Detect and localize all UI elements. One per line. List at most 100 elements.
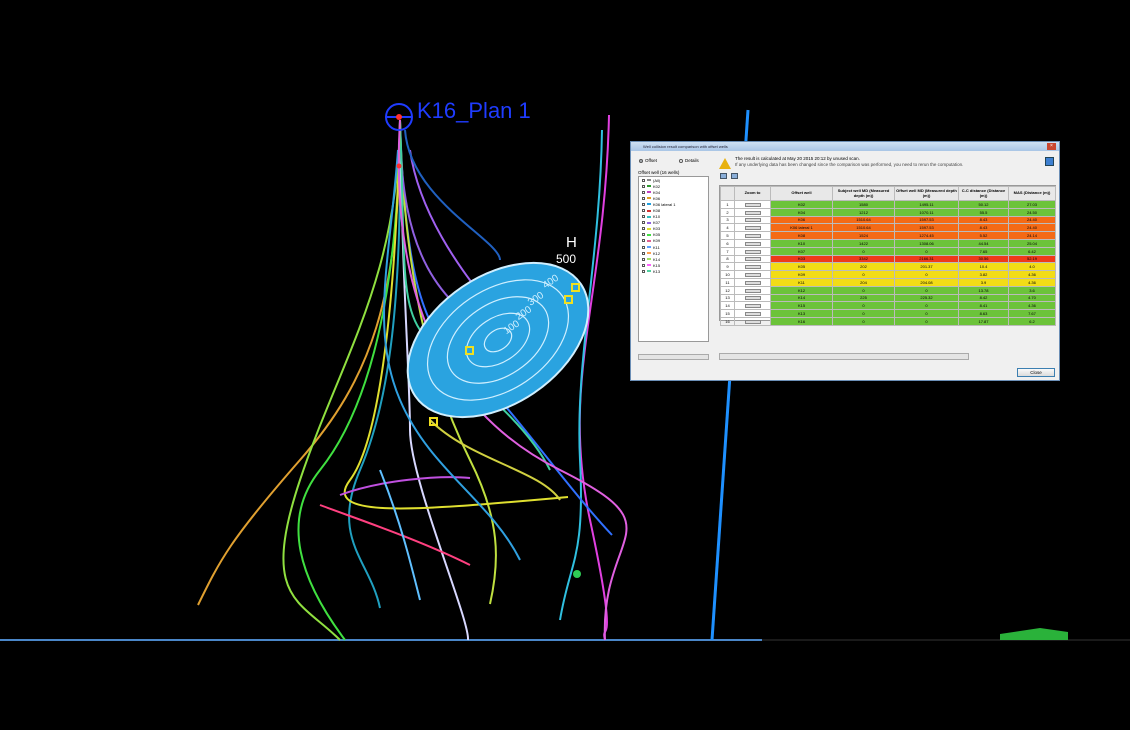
zoom-to-button[interactable]: [744, 304, 761, 309]
zoom-to-cell[interactable]: [734, 316, 771, 326]
cell-smd: 1524: [832, 231, 895, 240]
zoom-to-button[interactable]: [744, 311, 761, 316]
copy-icon[interactable]: [720, 173, 727, 179]
green-marker[interactable]: [573, 570, 581, 578]
column-header[interactable]: Zoom to: [734, 186, 771, 201]
zoom-to-cell[interactable]: [734, 270, 771, 279]
table-row[interactable]: 2 K04 1212 1070.11 55.5 24.50: [720, 207, 1056, 217]
table-row[interactable]: 6 K10 1422 1308.06 44.54 25.04: [720, 238, 1056, 248]
zoom-to-button[interactable]: [744, 249, 761, 254]
checkbox-icon[interactable]: [642, 233, 645, 237]
color-swatch: [647, 258, 651, 261]
zoom-to-button[interactable]: [744, 288, 761, 293]
table-row[interactable]: 8 K03 3342 2166.31 30.56 52.19: [720, 254, 1056, 264]
table-row[interactable]: 9 K05 202 201.37 10.4 4.0: [720, 262, 1056, 272]
zoom-to-button[interactable]: [744, 218, 761, 223]
table-row[interactable]: 14 K15 0 0 8.41 4.36: [720, 301, 1056, 311]
checkbox-icon[interactable]: [642, 202, 645, 206]
offset-well-tree[interactable]: (All) K02 K04 K06 K06 lateral 1 K08 K10 K07 K03 K…: [638, 176, 709, 342]
zoom-to-cell[interactable]: [734, 285, 771, 295]
checkbox-icon[interactable]: [642, 190, 645, 194]
cell-n: 3: [720, 215, 735, 225]
export-icon[interactable]: [731, 173, 738, 179]
tree-item-label: K06: [653, 195, 661, 201]
column-header[interactable]: Subject well MD (Measured depth (m)): [832, 186, 895, 201]
zoom-to-cell[interactable]: [734, 238, 771, 248]
radio-offset[interactable]: Offset: [639, 158, 657, 163]
column-header[interactable]: Offset well: [770, 186, 833, 201]
column-header[interactable]: C-C distance (Distance (m)): [958, 186, 1009, 201]
zoom-to-cell[interactable]: [734, 200, 771, 209]
table-row[interactable]: 13 K14 225 225.32 8.42 4.70: [720, 293, 1056, 303]
tree-item-label: K03: [653, 226, 661, 232]
table-row[interactable]: 5 K08 1524 1274.45 5.52 24.14: [720, 231, 1056, 240]
zoom-to-cell[interactable]: [734, 231, 771, 240]
checkbox-icon[interactable]: [642, 263, 645, 267]
zoom-to-button[interactable]: [744, 257, 761, 262]
cell-n: 2: [720, 207, 735, 217]
uncertainty-ellipse[interactable]: 400 300 200 100: [379, 231, 616, 449]
cell-omd: 204.08: [894, 277, 959, 287]
checkbox-icon[interactable]: [642, 178, 645, 182]
zoom-to-cell[interactable]: [734, 293, 771, 303]
table-row[interactable]: 7 K07 0 0 7.65 6.42: [720, 246, 1056, 256]
trajectory-pink-right[interactable]: [578, 114, 610, 641]
zoom-to-cell[interactable]: [734, 309, 771, 318]
table-row[interactable]: 10 K09 0 0 3.82 4.36: [720, 270, 1056, 279]
zoom-to-cell[interactable]: [734, 301, 771, 311]
checkbox-icon[interactable]: [642, 221, 645, 225]
zoom-to-button[interactable]: [744, 226, 761, 231]
table-row[interactable]: 12 K12 0 0 13.78 3.6: [720, 285, 1056, 295]
zoom-to-button[interactable]: [744, 273, 761, 277]
scale-letter: H: [566, 234, 577, 251]
table-row[interactable]: 1 K02 1580 1495.11 50.12 27.03: [720, 200, 1056, 209]
zoom-to-cell[interactable]: [734, 215, 771, 225]
table-row[interactable]: 15 K13 0 0 8.63 7.67: [720, 309, 1056, 318]
checkbox-icon[interactable]: [642, 184, 645, 188]
zoom-to-cell[interactable]: [734, 277, 771, 287]
checkbox-icon[interactable]: [642, 269, 645, 273]
zoom-to-button[interactable]: [744, 319, 761, 324]
zoom-to-button[interactable]: [744, 265, 761, 270]
checkbox-icon[interactable]: [642, 227, 645, 231]
tree-item[interactable]: K13: [639, 268, 708, 274]
dialog-titlebar[interactable]: Well collision result comparison with of…: [631, 142, 1059, 151]
zoom-to-button[interactable]: [744, 202, 761, 207]
zoom-to-button[interactable]: [744, 280, 761, 285]
zoom-to-cell[interactable]: [734, 246, 771, 256]
well-name-label[interactable]: K16_Plan 1: [417, 98, 531, 124]
cell-cc: 44.54: [958, 238, 1009, 248]
zoom-to-cell[interactable]: [734, 207, 771, 217]
dialog-close-icon[interactable]: ×: [1047, 143, 1056, 150]
collision-result-dialog: Well collision result comparison with of…: [630, 141, 1060, 381]
zoom-to-cell[interactable]: [734, 254, 771, 264]
cell-mas: 4.70: [1008, 293, 1056, 303]
table-row[interactable]: 11 K11 204 204.08 3.9 4.36: [720, 277, 1056, 287]
checkbox-icon[interactable]: [642, 215, 645, 219]
zoom-to-cell[interactable]: [734, 223, 771, 233]
table-row[interactable]: 3 K06 1510.64 1597.53 8.43 24.40: [720, 215, 1056, 225]
checkbox-icon[interactable]: [642, 257, 645, 261]
zoom-to-button[interactable]: [744, 296, 761, 301]
results-grid[interactable]: Zoom to Offset well Subject well MD (Measu…: [719, 185, 1056, 326]
zoom-to-button[interactable]: [744, 234, 761, 239]
column-header[interactable]: Offset well MD (Measured depth (m)): [894, 186, 959, 201]
checkbox-icon[interactable]: [642, 251, 645, 255]
column-header[interactable]: [720, 186, 735, 201]
close-button[interactable]: Close: [1017, 368, 1055, 377]
checkbox-icon[interactable]: [642, 245, 645, 249]
zoom-to-cell[interactable]: [734, 262, 771, 272]
checkbox-icon[interactable]: [642, 196, 645, 200]
zoom-to-button[interactable]: [744, 210, 761, 215]
grid-horizontal-scrollbar[interactable]: [719, 353, 969, 360]
column-header[interactable]: MAS (Distance (m)): [1008, 186, 1056, 201]
table-row[interactable]: 4 K06 lateral 1 1510.64 1597.53 8.43 24.40: [720, 223, 1056, 233]
tree-scrollbar[interactable]: [638, 354, 709, 360]
radio-details[interactable]: Details: [679, 158, 699, 163]
cell-cc: 30.56: [958, 254, 1009, 264]
checkbox-icon[interactable]: [642, 209, 645, 213]
checkbox-icon[interactable]: [642, 239, 645, 243]
refresh-icon[interactable]: [1045, 157, 1054, 166]
zoom-to-button[interactable]: [744, 241, 761, 246]
table-row[interactable]: 16 K16 0 0 17.87 6.2: [720, 316, 1056, 326]
